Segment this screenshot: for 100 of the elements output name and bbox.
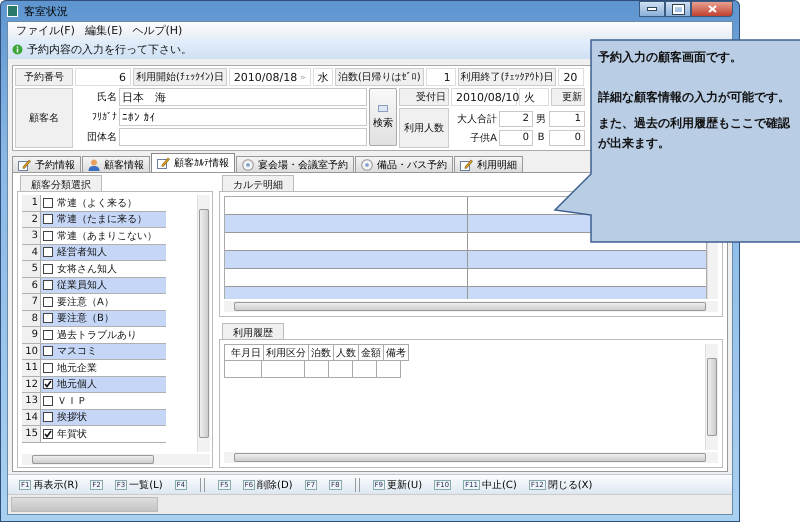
field-label: 団体名 bbox=[86, 131, 117, 145]
checkbox[interactable] bbox=[43, 346, 53, 356]
checkbox[interactable] bbox=[43, 313, 53, 324]
text-field[interactable] bbox=[119, 128, 367, 146]
category-item[interactable]: 挨拶状 bbox=[41, 410, 166, 425]
checkbox[interactable] bbox=[43, 362, 53, 373]
weekday-text: 火 bbox=[519, 88, 549, 106]
row-number: 12 bbox=[22, 376, 41, 392]
checkbox[interactable] bbox=[43, 280, 53, 290]
category-item[interactable]: 地元個人 bbox=[41, 376, 166, 392]
maximize-button[interactable] bbox=[665, 1, 691, 17]
field-label: 顧客名 bbox=[15, 88, 73, 148]
info-icon bbox=[12, 44, 23, 54]
minimize-button[interactable] bbox=[639, 1, 665, 17]
checkbox[interactable] bbox=[43, 230, 53, 241]
row-number: 15 bbox=[22, 426, 41, 442]
scrollbar-thumb[interactable] bbox=[707, 358, 717, 436]
group-title: 顧客分類選択 bbox=[20, 175, 102, 191]
grid-cell bbox=[262, 361, 305, 378]
checkbox[interactable] bbox=[43, 264, 53, 274]
checkbox[interactable] bbox=[43, 296, 53, 307]
row-number: 6 bbox=[22, 278, 41, 293]
row-number: 4 bbox=[22, 244, 41, 260]
scrollbar-thumb[interactable] bbox=[234, 453, 706, 462]
checkbox[interactable] bbox=[43, 428, 53, 439]
checkbox[interactable] bbox=[43, 330, 53, 340]
field-label: 泊数(日帰りはｾﾞﾛ) bbox=[334, 68, 424, 86]
info-message: 予約内容の入力を行って下さい。 bbox=[27, 42, 192, 56]
category-item[interactable]: マスコミ bbox=[41, 344, 166, 359]
field-label: B bbox=[536, 132, 546, 143]
vertical-scrollbar[interactable] bbox=[197, 195, 210, 452]
reservation-number-field[interactable]: 6 bbox=[75, 68, 131, 86]
received-date-field[interactable]: 2010/08/10 bbox=[451, 88, 517, 106]
row-number: 2 bbox=[22, 212, 41, 227]
field-label: ﾌﾘｶﾞﾅ bbox=[91, 110, 117, 125]
column-header[interactable]: 利用区分 bbox=[264, 344, 309, 361]
menu-item[interactable]: ヘルプ(H) bbox=[132, 23, 182, 38]
tab[interactable]: 顧客情報 bbox=[82, 156, 150, 172]
group-title: 利用履歴 bbox=[222, 323, 284, 339]
person-icon bbox=[88, 158, 100, 170]
row-number: 7 bbox=[22, 294, 41, 310]
notepad-pencil-icon bbox=[157, 157, 170, 169]
column-header[interactable]: 備考 bbox=[384, 344, 409, 361]
row-number: 1 bbox=[22, 195, 41, 210]
horizontal-scrollbar[interactable] bbox=[224, 452, 718, 463]
menu-item[interactable]: 編集(E) bbox=[84, 23, 122, 38]
tab[interactable]: 備品・バス予約 bbox=[355, 156, 453, 172]
tab[interactable]: 予約情報 bbox=[12, 156, 81, 172]
field-label: 男 bbox=[535, 112, 547, 126]
checkbox[interactable] bbox=[43, 412, 53, 422]
category-item[interactable]: 従業員知人 bbox=[41, 278, 166, 293]
callout-text: 予約入力の顧客画面です。 bbox=[598, 49, 743, 66]
field-label: 利用開始(ﾁｪｯｸｲﾝ)日 bbox=[133, 68, 227, 86]
scrollbar-thumb[interactable] bbox=[199, 209, 209, 438]
field-label: 予約番号 bbox=[15, 68, 73, 86]
checkout-date-field[interactable]: 20 bbox=[558, 68, 584, 86]
number-field[interactable]: 0 bbox=[499, 130, 533, 146]
callout-text: 詳細な顧客情報の入力が可能です。 bbox=[598, 89, 791, 106]
search-button[interactable]: 検索 bbox=[369, 88, 397, 146]
weekday-text: 水 bbox=[312, 68, 333, 86]
grid-cell bbox=[329, 361, 353, 378]
text-field[interactable]: 日本 海 bbox=[119, 88, 367, 106]
checkbox[interactable] bbox=[43, 247, 53, 258]
checkbox[interactable] bbox=[43, 396, 53, 406]
grid-cell bbox=[305, 361, 329, 378]
row-number: 13 bbox=[22, 393, 41, 408]
scrollbar-thumb[interactable] bbox=[32, 455, 154, 464]
checkbox[interactable] bbox=[43, 198, 53, 208]
field-label: 受付日 bbox=[399, 88, 449, 106]
row-number: 5 bbox=[22, 261, 41, 276]
tab[interactable]: 宴会場・会議室予約 bbox=[236, 156, 354, 172]
menu-item[interactable]: ファイル(F) bbox=[16, 23, 75, 38]
vertical-scrollbar[interactable] bbox=[705, 344, 718, 450]
close-button[interactable] bbox=[691, 1, 733, 17]
row-number: 11 bbox=[22, 360, 41, 376]
text-field[interactable]: ﾆﾎﾝ ｶｲ bbox=[119, 108, 367, 126]
number-field[interactable]: 2 bbox=[499, 110, 533, 126]
number-field[interactable]: 1 bbox=[549, 110, 585, 126]
nights-field[interactable]: 1 bbox=[426, 68, 456, 86]
column-header[interactable]: 年月日 bbox=[229, 344, 264, 361]
category-item[interactable]: 常連（たまに来る） bbox=[41, 212, 166, 227]
checkbox[interactable] bbox=[43, 379, 53, 390]
column-header[interactable]: 泊数 bbox=[309, 344, 334, 361]
category-item[interactable]: 経営者知人 bbox=[41, 244, 166, 260]
window-title: 客室状況 bbox=[24, 4, 68, 18]
horizontal-scrollbar[interactable] bbox=[22, 454, 210, 465]
checkbox[interactable] bbox=[43, 214, 53, 224]
field-label: 利用人数 bbox=[399, 108, 449, 148]
card-icon bbox=[378, 104, 388, 112]
tab[interactable]: 利用明細 bbox=[454, 156, 523, 172]
date-picker[interactable]: 2010/08/18 bbox=[228, 68, 311, 86]
row-number: 14 bbox=[22, 410, 41, 425]
column-header[interactable]: 人数 bbox=[334, 344, 359, 361]
grid-cell bbox=[353, 361, 377, 378]
scrollbar-thumb[interactable] bbox=[234, 302, 706, 311]
tab[interactable]: 顧客ｶﾙﾃ情報 bbox=[151, 153, 235, 172]
horizontal-scrollbar[interactable] bbox=[224, 301, 718, 312]
column-header[interactable]: 金額 bbox=[359, 344, 384, 361]
number-field[interactable]: 0 bbox=[549, 130, 585, 146]
category-item[interactable]: 要注意（B） bbox=[41, 310, 166, 326]
